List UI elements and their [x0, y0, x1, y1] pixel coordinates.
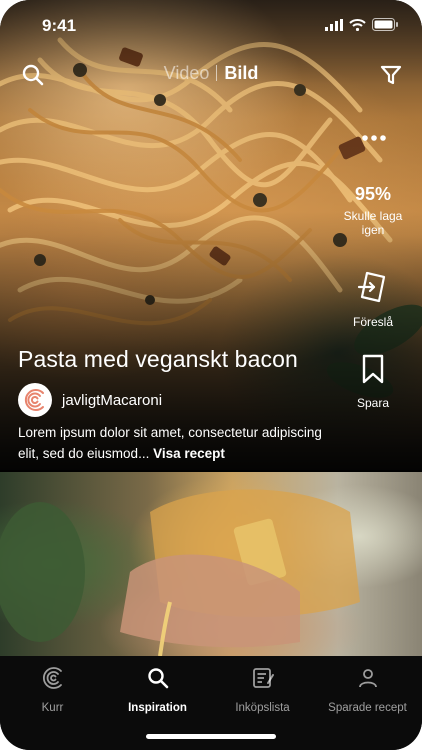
shopping-list-icon — [252, 668, 274, 688]
suggest-icon — [357, 271, 386, 303]
save-button[interactable]: Spara — [324, 353, 422, 410]
recipe-title[interactable]: Pasta med veganskt bacon — [18, 346, 298, 373]
suggest-button[interactable]: Föreslå — [324, 270, 422, 329]
wifi-icon — [349, 18, 366, 31]
tab-label: Inspiration — [128, 702, 187, 714]
status-icons — [325, 18, 398, 31]
tab-bild[interactable]: Bild — [224, 63, 258, 83]
tab-kurr[interactable]: Kurr — [0, 666, 105, 714]
rating-label: Skulle laga igen — [343, 209, 403, 237]
tab-label: Kurr — [41, 702, 64, 714]
tab-video[interactable]: Video — [164, 63, 210, 83]
phone-screen: 9:41 Video Bild 95% Skulle laga igen För… — [0, 0, 422, 750]
media-type-switch: Video Bild — [0, 63, 422, 84]
kurr-logo-icon — [42, 667, 62, 689]
user-icon — [358, 669, 377, 688]
more-options-button[interactable] — [358, 128, 390, 148]
signal-icon — [325, 18, 343, 31]
status-bar: 9:41 — [0, 0, 422, 48]
tab-inspiration[interactable]: Inspiration — [105, 666, 210, 714]
show-recipe-link[interactable]: Visa recept — [153, 446, 225, 461]
tab-label: Sparade recept — [328, 702, 407, 714]
suggest-label: Föreslå — [352, 315, 393, 329]
filter-button[interactable] — [378, 62, 404, 88]
bookmark-icon — [362, 354, 384, 384]
tab-divider — [216, 65, 218, 81]
home-indicator — [146, 734, 276, 739]
recipe-description: Lorem ipsum dolor sit amet, consectetur … — [18, 422, 338, 464]
tab-label: Inköpslista — [235, 702, 290, 714]
status-time: 9:41 — [42, 16, 77, 35]
kurr-logo-icon — [24, 389, 44, 411]
author-row[interactable]: javligtMacaroni — [18, 382, 162, 418]
recipe-photo-oil[interactable] — [0, 472, 422, 656]
author-name[interactable]: javligtMacaroni — [62, 392, 162, 409]
filter-icon — [380, 65, 402, 85]
tab-saved-recipes[interactable]: Sparade recept — [315, 666, 420, 714]
top-nav: Video Bild — [0, 58, 422, 94]
tab-shopping-list[interactable]: Inköpslista — [210, 666, 315, 714]
more-icon — [362, 135, 386, 141]
search-icon — [147, 668, 168, 689]
author-avatar[interactable] — [18, 383, 52, 417]
would-cook-again-rating: 95% Skulle laga igen — [324, 184, 422, 237]
save-label: Spara — [356, 396, 390, 410]
battery-icon — [372, 18, 398, 31]
rating-percent: 95% — [354, 184, 392, 204]
